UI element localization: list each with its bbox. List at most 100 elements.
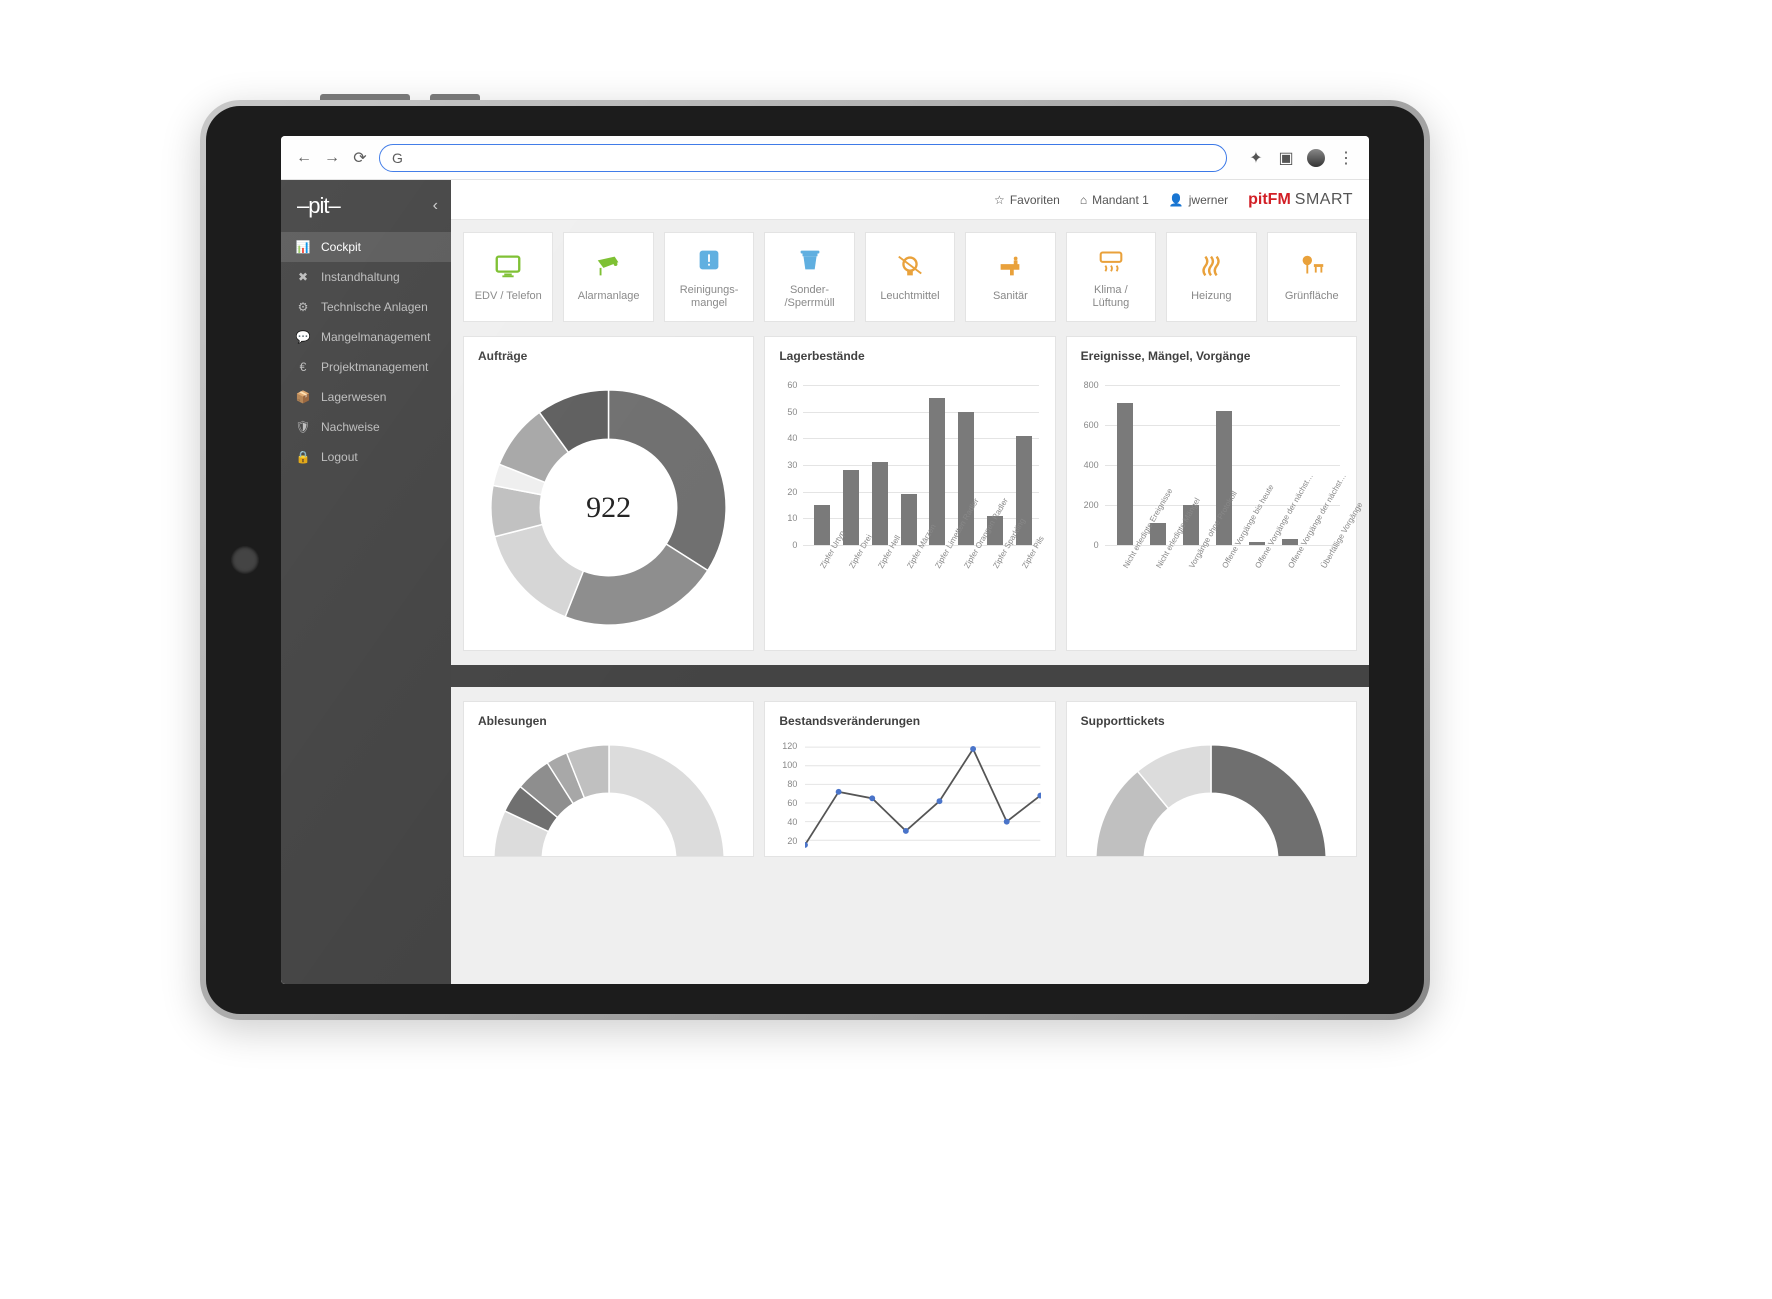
dashboard-row-1: Aufträge 922 Lagerbestände xyxy=(451,336,1369,651)
bar xyxy=(901,494,917,545)
bar xyxy=(1117,403,1133,545)
tile-camera[interactable]: Alarmanlage xyxy=(563,232,653,322)
forward-button[interactable]: → xyxy=(323,149,341,167)
favorites-link[interactable]: ☆ Favoriten xyxy=(994,193,1060,207)
device-button xyxy=(320,94,410,100)
window-icon[interactable]: ▣ xyxy=(1277,149,1295,167)
sidebar-item-label: Instandhaltung xyxy=(321,270,400,284)
sidebar-item-label: Logout xyxy=(321,450,358,464)
faucet-icon xyxy=(995,250,1025,282)
tile-heat[interactable]: Heizung xyxy=(1166,232,1256,322)
sidebar-item-projektmanagement[interactable]: € Projektmanagement xyxy=(281,352,451,382)
app-root: –pit– ‹ 📊 Cockpit ✖ Instandhaltung ⚙Technisc… xyxy=(281,180,1369,984)
tile-alert[interactable]: Reinigungs-mangel xyxy=(664,232,754,322)
logo-text: –pit– xyxy=(297,193,340,219)
tile-label: Sonder-/Sperrmüll xyxy=(784,284,834,310)
sidebar-item-label: Projektmanagement xyxy=(321,360,428,374)
topbar: ☆ Favoriten ⌂ Mandant 1 👤 jwerner pitFMS… xyxy=(451,180,1369,220)
panel-ablesungen: Ablesungen xyxy=(463,701,754,857)
tile-label: Grünfläche xyxy=(1285,290,1339,303)
panel-title: Ablesungen xyxy=(464,702,753,736)
donut-chart-auftraege: 922 xyxy=(486,385,731,630)
url-input[interactable] xyxy=(411,150,1214,166)
sidebar-item-label: Cockpit xyxy=(321,240,361,254)
tile-bulb[interactable]: Leuchtmittel xyxy=(865,232,955,322)
lock-icon: 🔒 xyxy=(295,450,311,464)
chart-icon: 📊 xyxy=(295,240,311,254)
brand-primary: pitFM xyxy=(1248,191,1291,208)
dashboard-row-2: Ablesungen Bestandsveränderungen 0204060… xyxy=(451,701,1369,857)
box-icon: 📦 xyxy=(295,390,311,404)
tenant-label: Mandant 1 xyxy=(1092,193,1149,207)
line-chart-bestand: 020406080100120 xyxy=(775,740,1044,856)
bulb-icon xyxy=(895,250,925,282)
panel-bestandsveraenderungen: Bestandsveränderungen 020406080100120 xyxy=(764,701,1055,857)
euro-icon: € xyxy=(295,360,311,374)
monitor-icon xyxy=(493,250,523,282)
panel-title: Lagerbestände xyxy=(765,337,1054,371)
sidebar-item-lagerwesen[interactable]: 📦 Lagerwesen xyxy=(281,382,451,412)
tile-park[interactable]: Grünfläche xyxy=(1267,232,1357,322)
tile-faucet[interactable]: Sanitär xyxy=(965,232,1055,322)
home-button[interactable] xyxy=(231,546,259,574)
sidebar-item-logout[interactable]: 🔒 Logout xyxy=(281,442,451,472)
back-button[interactable]: ← xyxy=(295,149,313,167)
browser-toolbar: ← → ⟳ G ✦ ▣ ⋮ xyxy=(281,136,1369,180)
panel-lagerbestaende: Lagerbestände 0102030405060Zipfer UrtypZ… xyxy=(764,336,1055,651)
tile-ac[interactable]: Klima /Lüftung xyxy=(1066,232,1156,322)
heat-icon xyxy=(1196,250,1226,282)
camera-icon xyxy=(594,250,624,282)
tenant-selector[interactable]: ⌂ Mandant 1 xyxy=(1080,193,1149,207)
panel-title: Supporttickets xyxy=(1067,702,1356,736)
tile-monitor[interactable]: EDV / Telefon xyxy=(463,232,553,322)
row-separator xyxy=(451,665,1369,687)
donut-chart-tickets xyxy=(1091,740,1331,856)
bar xyxy=(1282,539,1298,545)
panel-title: Aufträge xyxy=(464,337,753,371)
tablet-frame: ← → ⟳ G ✦ ▣ ⋮ –pit– xyxy=(200,100,1430,1020)
favorites-label: Favoriten xyxy=(1010,193,1060,207)
bin-icon xyxy=(795,244,825,276)
app-logo: –pit– ‹ xyxy=(281,180,451,232)
panel-title: Ereignisse, Mängel, Vorgänge xyxy=(1067,337,1356,371)
tile-label: Heizung xyxy=(1191,290,1231,303)
gear-icon: ⚙ xyxy=(295,300,311,314)
quick-tiles: EDV / Telefon Alarmanlage Reinigungs-mange… xyxy=(451,220,1369,336)
sidebar-item-technische-anlagen[interactable]: ⚙Technische Anlagen xyxy=(281,292,451,322)
alert-icon xyxy=(694,244,724,276)
panel-supporttickets: Supporttickets xyxy=(1066,701,1357,857)
reload-button[interactable]: ⟳ xyxy=(351,148,369,168)
bar-chart-ereignisse: 0200400600800Nicht erledigte EreignisseN… xyxy=(1077,375,1346,615)
collapse-sidebar-button[interactable]: ‹ xyxy=(433,197,437,215)
profile-avatar[interactable] xyxy=(1307,149,1325,167)
tile-label: Leuchtmittel xyxy=(880,290,939,303)
tile-label: EDV / Telefon xyxy=(475,290,542,303)
sidebar: –pit– ‹ 📊 Cockpit ✖ Instandhaltung ⚙Technisc… xyxy=(281,180,451,984)
screen: ← → ⟳ G ✦ ▣ ⋮ –pit– xyxy=(281,136,1369,984)
tile-label: Sanitär xyxy=(993,290,1028,303)
panel-auftraege: Aufträge 922 xyxy=(463,336,754,651)
park-icon xyxy=(1297,250,1327,282)
sidebar-item-cockpit[interactable]: 📊 Cockpit xyxy=(281,232,451,262)
sidebar-item-label: Lagerwesen xyxy=(321,390,386,404)
menu-icon[interactable]: ⋮ xyxy=(1337,149,1355,167)
sidebar-item-label: Nachweise xyxy=(321,420,380,434)
bar-chart-lager: 0102030405060Zipfer UrtypZipfer DreiZipf… xyxy=(775,375,1044,615)
tile-label: Reinigungs-mangel xyxy=(680,284,739,310)
device-button xyxy=(430,94,480,100)
sidebar-item-nachweise[interactable]: 🛡Nachweise xyxy=(281,412,451,442)
user-menu[interactable]: 👤 jwerner xyxy=(1169,193,1228,207)
tile-label: Alarmanlage xyxy=(578,290,640,303)
bar xyxy=(1249,542,1265,545)
extensions-icon[interactable]: ✦ xyxy=(1247,149,1265,167)
sidebar-item-instandhaltung[interactable]: ✖ Instandhaltung xyxy=(281,262,451,292)
sidebar-item-mangelmanagement[interactable]: 💬Mangelmanagement xyxy=(281,322,451,352)
bar xyxy=(872,462,888,545)
brand-secondary: SMART xyxy=(1295,191,1353,208)
panel-ereignisse: Ereignisse, Mängel, Vorgänge 02004006008… xyxy=(1066,336,1357,651)
wrench-icon: ✖ xyxy=(295,270,311,284)
address-bar[interactable]: G xyxy=(379,144,1227,172)
tile-bin[interactable]: Sonder-/Sperrmüll xyxy=(764,232,854,322)
brand: pitFMSMART xyxy=(1248,191,1353,209)
sidebar-item-label: Mangelmanagement xyxy=(321,330,430,344)
